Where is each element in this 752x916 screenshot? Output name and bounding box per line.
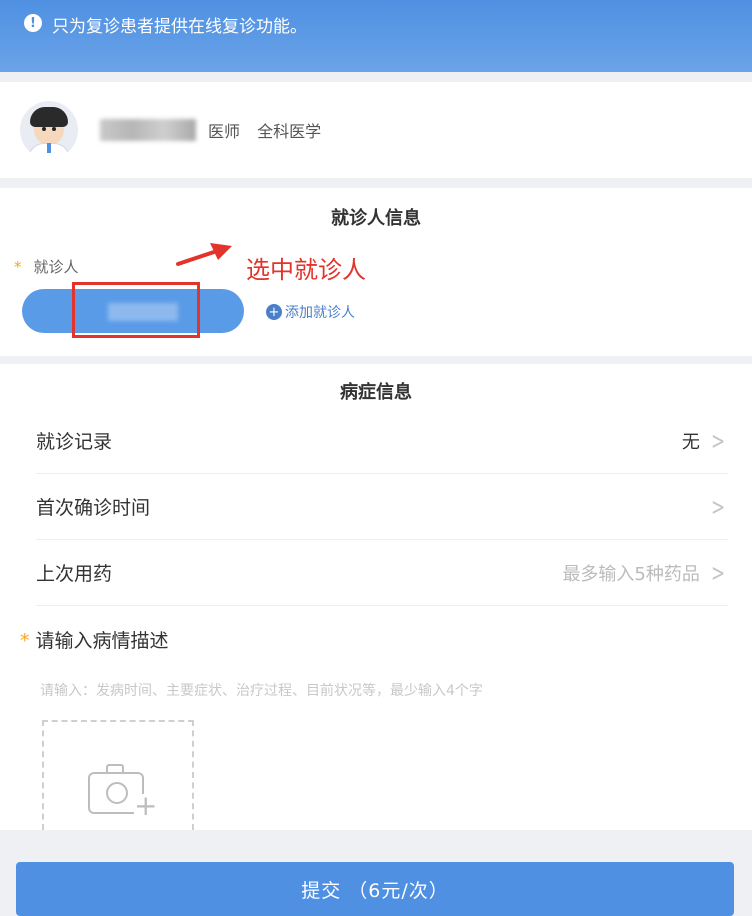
notice-bar: ! 只为复诊患者提供在线复诊功能。: [0, 0, 752, 72]
patient-section: 就诊人信息 * 就诊人 选中就诊人 + 添加就诊人: [0, 188, 752, 356]
add-patient-label: 添加就诊人: [285, 305, 355, 321]
add-patient-link[interactable]: + 添加就诊人: [266, 302, 355, 322]
row-value: 无: [681, 431, 700, 453]
row-first-diagnosis-time[interactable]: 首次确诊时间 >: [36, 474, 728, 540]
row-visit-records[interactable]: 就诊记录 无 >: [36, 408, 728, 474]
highlight-box: [72, 282, 200, 338]
condition-section: 病症信息 就诊记录 无 > 首次确诊时间 > 上次用药 最多输入5种药品 > *…: [0, 364, 752, 830]
doctor-department: 全科医学: [257, 122, 322, 141]
row-label: 首次确诊时间: [36, 497, 151, 519]
doctor-card: 医师 全科医学: [0, 82, 752, 178]
condition-section-title: 病症信息: [340, 382, 412, 403]
info-icon: !: [24, 14, 42, 32]
doctor-title: 医师: [208, 122, 241, 141]
patient-label: * 就诊人: [14, 258, 79, 276]
required-star: *: [14, 258, 22, 276]
chevron-right-icon: >: [710, 426, 725, 455]
desc-label: * 请输入病情描述: [20, 630, 169, 652]
row-placeholder: 最多输入5种药品: [562, 563, 700, 585]
doctor-name-blurred: [100, 119, 196, 141]
notice-text: 只为复诊患者提供在线复诊功能。: [52, 17, 307, 37]
arrow-annotation-icon: [176, 243, 232, 266]
chevron-right-icon: >: [710, 558, 725, 587]
patient-section-title: 就诊人信息: [331, 208, 421, 229]
add-circle-icon: +: [266, 304, 282, 320]
submit-button[interactable]: 提交 （6元/次）: [16, 862, 734, 916]
row-label: 上次用药: [36, 563, 113, 585]
doctor-meta: 医师 全科医学: [208, 118, 333, 142]
doctor-avatar: [20, 101, 78, 159]
photo-upload-box[interactable]: +: [42, 720, 194, 830]
required-star: *: [20, 630, 30, 652]
row-label: 就诊记录: [36, 431, 113, 453]
row-last-medication[interactable]: 上次用药 最多输入5种药品 >: [36, 540, 728, 606]
chevron-right-icon: >: [710, 492, 725, 521]
annotation-text: 选中就诊人: [246, 256, 366, 284]
condition-description-input[interactable]: [40, 676, 720, 706]
